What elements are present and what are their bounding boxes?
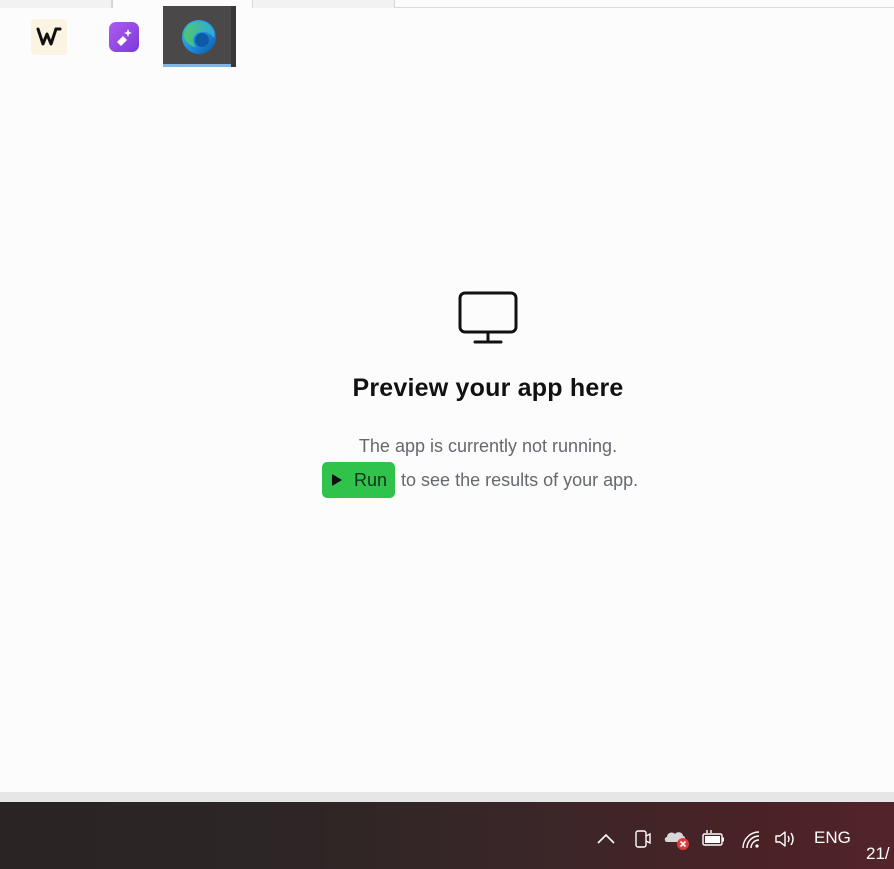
- taskbar-divider: [231, 6, 236, 67]
- taskbar-app-edge[interactable]: [163, 6, 235, 67]
- taskbar-app-sparkle[interactable]: [88, 6, 160, 67]
- wifi-icon[interactable]: [738, 826, 764, 852]
- play-icon: [332, 474, 342, 486]
- run-instruction: Run to see the results of your app.: [322, 462, 638, 498]
- battery-charging-icon[interactable]: [700, 826, 728, 852]
- writer-app-icon: [31, 18, 67, 55]
- taskbar-clock[interactable]: 21/: [866, 844, 890, 864]
- volume-icon[interactable]: [772, 826, 798, 852]
- sparkle-app-icon: [109, 21, 139, 52]
- tab-next[interactable]: [253, 0, 395, 8]
- run-instruction-text: to see the results of your app.: [401, 469, 639, 490]
- run-button-label: Run: [354, 469, 388, 490]
- window-bottom-border: [0, 792, 894, 802]
- phone-link-icon[interactable]: [632, 826, 654, 852]
- preview-status-text: The app is currently not running.: [358, 436, 618, 456]
- edge-browser-icon: [182, 19, 216, 54]
- onedrive-error-icon[interactable]: [662, 826, 692, 852]
- language-indicator[interactable]: ENG: [814, 828, 851, 848]
- monitor-icon: [458, 291, 518, 344]
- run-button[interactable]: Run: [322, 462, 396, 498]
- preview-title: Preview your app here: [352, 374, 624, 402]
- taskbar-app-writer[interactable]: [13, 6, 85, 67]
- show-hidden-icons-chevron-icon[interactable]: [594, 826, 618, 852]
